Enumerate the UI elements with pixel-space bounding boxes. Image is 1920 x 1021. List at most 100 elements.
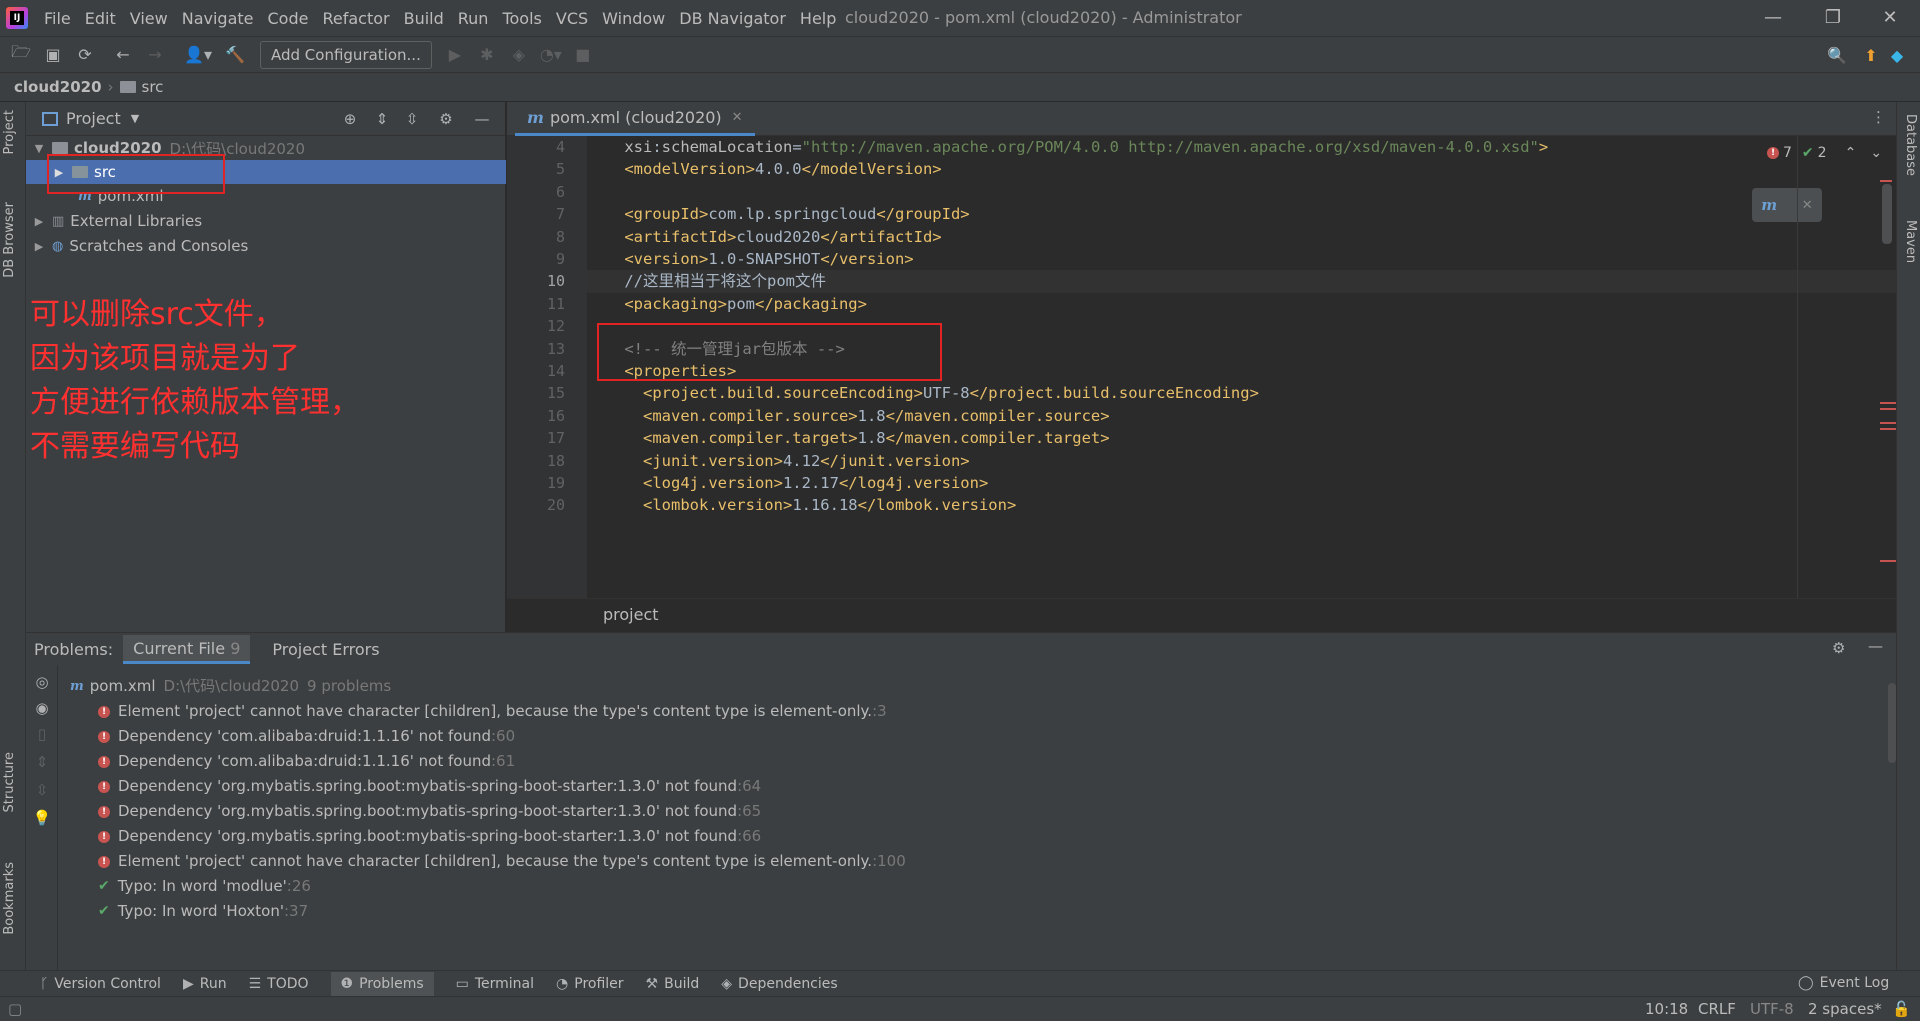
menu-run[interactable]: Run: [458, 9, 489, 28]
hide-panel-icon[interactable]: —: [472, 109, 492, 129]
tab-current-file[interactable]: Current File 9: [123, 634, 251, 664]
maven-reload-popup[interactable]: m ✕: [1752, 188, 1822, 222]
code-line[interactable]: <junit.version>4.12</junit.version>: [587, 450, 1896, 472]
menu-view[interactable]: View: [130, 9, 168, 28]
code-line[interactable]: <version>1.0-SNAPSHOT</version>: [587, 248, 1896, 270]
problem-item[interactable]: ! Dependency 'org.mybatis.spring.boot:myb…: [98, 774, 761, 799]
menu-window[interactable]: Window: [602, 9, 665, 28]
problem-item[interactable]: ! Element 'project' cannot have character…: [98, 849, 906, 874]
menu-vcs[interactable]: VCS: [556, 9, 588, 28]
gear-icon[interactable]: ⚙: [436, 109, 456, 129]
event-log-button[interactable]: ◯ Event Log: [1798, 975, 1889, 991]
lock-icon[interactable]: 🔓: [1892, 1000, 1911, 1018]
code-line[interactable]: <maven.compiler.target>1.8</maven.compil…: [587, 427, 1896, 449]
chevron-down-icon[interactable]: ▼: [32, 142, 46, 155]
plugin-icon[interactable]: ◆: [1886, 44, 1908, 66]
tool-tab-structure[interactable]: Structure: [2, 752, 17, 812]
code-line[interactable]: <artifactId>cloud2020</artifactId>: [587, 226, 1896, 248]
problem-item[interactable]: ! Dependency 'com.alibaba:druid:1.1.16' n…: [98, 724, 515, 749]
code-line[interactable]: <lombok.version>1.16.18</lombok.version>: [587, 494, 1896, 516]
menu-file[interactable]: File: [44, 9, 71, 28]
breadcrumb-folder[interactable]: src: [142, 78, 164, 96]
minimize-icon[interactable]: —: [1753, 4, 1793, 32]
code-line[interactable]: xsi:schemaLocation="http://maven.apache.…: [587, 136, 1896, 158]
stop-icon[interactable]: ■: [572, 44, 594, 66]
code-line[interactable]: <modelVersion>4.0.0</modelVersion>: [587, 158, 1896, 180]
tool-terminal[interactable]: ▭ Terminal: [456, 976, 534, 992]
tool-profiler[interactable]: ◔ Profiler: [556, 976, 624, 992]
preview-icon[interactable]: ▯: [32, 725, 52, 745]
editor-scrollbar[interactable]: [1882, 184, 1892, 244]
close-icon[interactable]: ✕: [1870, 4, 1910, 32]
menu-edit[interactable]: Edit: [85, 9, 116, 28]
menu-navigate[interactable]: Navigate: [182, 9, 254, 28]
tab-project-errors[interactable]: Project Errors: [268, 634, 383, 665]
problem-item[interactable]: ! Dependency 'org.mybatis.spring.boot:myb…: [98, 799, 761, 824]
menu-help[interactable]: Help: [800, 9, 836, 28]
code-line[interactable]: <packaging>pom</packaging>: [587, 293, 1896, 315]
panel-toggle-icon[interactable]: ▢: [8, 1000, 22, 1018]
code-line[interactable]: <maven.compiler.source>1.8</maven.compil…: [587, 405, 1896, 427]
chevron-down-icon[interactable]: ⌄: [1870, 145, 1882, 161]
locate-icon[interactable]: ⊕: [340, 109, 360, 129]
caret-position[interactable]: 10:18: [1645, 1000, 1688, 1018]
error-stripe-mark[interactable]: [1880, 408, 1896, 410]
code-line[interactable]: <log4j.version>1.2.17</log4j.version>: [587, 472, 1896, 494]
error-stripe-mark[interactable]: [1880, 422, 1896, 424]
problem-item[interactable]: ! Dependency 'org.mybatis.spring.boot:myb…: [98, 824, 761, 849]
tool-tab-database[interactable]: Database: [1903, 114, 1918, 176]
chevron-right-icon[interactable]: ▶: [32, 240, 46, 253]
project-panel-title[interactable]: Project: [66, 109, 121, 128]
vcs-user-icon[interactable]: 👤▾: [182, 44, 214, 66]
run-icon[interactable]: ▶: [444, 44, 466, 66]
code-line[interactable]: <groupId>com.lp.springcloud</groupId>: [587, 203, 1896, 225]
error-stripe-mark[interactable]: [1880, 402, 1896, 404]
code-line[interactable]: //这里相当于将这个pom文件: [587, 270, 1896, 293]
build-hammer-icon[interactable]: 🔨: [224, 44, 246, 66]
error-stripe-mark[interactable]: [1880, 560, 1896, 562]
search-icon[interactable]: 🔍: [1826, 44, 1848, 66]
problem-item[interactable]: ✔ Typo: In word 'Hoxton':37: [98, 899, 308, 924]
line-separator[interactable]: CRLF: [1698, 1000, 1736, 1018]
forward-icon[interactable]: →: [144, 44, 166, 66]
back-icon[interactable]: ←: [112, 44, 134, 66]
save-icon[interactable]: ▣: [42, 44, 64, 66]
more-options-icon[interactable]: ⋮: [1871, 108, 1886, 126]
expand-all-icon[interactable]: ⇕: [32, 753, 52, 773]
tool-tab-project[interactable]: Project: [2, 110, 17, 154]
collapse-all-icon[interactable]: ⇳: [402, 109, 422, 129]
open-folder-icon[interactable]: 🗁: [10, 42, 32, 66]
problems-file-row[interactable]: m pom.xml D:\代码\cloud2020 9 problems: [70, 674, 391, 699]
eye-icon[interactable]: ◉: [32, 699, 52, 719]
editor-tab-pom[interactable]: m pom.xml (cloud2020) ✕: [515, 102, 755, 136]
profile-icon[interactable]: ◔▾: [540, 44, 562, 66]
expand-all-icon[interactable]: ⇕: [372, 109, 392, 129]
menu-tools[interactable]: Tools: [502, 9, 541, 28]
tool-tab-maven[interactable]: Maven: [1903, 220, 1918, 263]
problem-item[interactable]: ! Element 'project' cannot have character…: [98, 699, 887, 724]
restore-icon[interactable]: ❐: [1813, 4, 1853, 32]
close-icon[interactable]: ✕: [1802, 198, 1813, 213]
chevron-down-icon[interactable]: ▼: [131, 112, 139, 125]
bulb-icon[interactable]: 💡: [32, 809, 52, 829]
update-icon[interactable]: ⬆: [1860, 44, 1882, 66]
auto-scroll-icon[interactable]: ◎: [32, 673, 52, 693]
problem-item[interactable]: ✔ Typo: In word 'modlue':26: [98, 874, 311, 899]
editor-breadcrumb[interactable]: project: [507, 598, 1896, 632]
inspection-widget[interactable]: ! 7 ✔ 2 ⌃ ⌄: [1767, 145, 1882, 161]
sync-icon[interactable]: ⟳: [74, 44, 96, 66]
tool-run[interactable]: ▶ Run: [183, 976, 227, 992]
indent-setting[interactable]: 2 spaces*: [1808, 1000, 1882, 1018]
gear-icon[interactable]: ⚙: [1832, 639, 1845, 657]
debug-icon[interactable]: ✱: [476, 44, 498, 66]
menu-db-navigator[interactable]: DB Navigator: [679, 9, 786, 28]
tree-item-scratches[interactable]: ▶ ◍ Scratches and Consoles: [26, 234, 506, 258]
close-tab-icon[interactable]: ✕: [732, 110, 743, 125]
maven-reload-icon[interactable]: m: [1761, 196, 1777, 214]
menu-build[interactable]: Build: [404, 9, 444, 28]
hide-panel-icon[interactable]: —: [1868, 637, 1883, 655]
tool-tab-db-browser[interactable]: DB Browser: [2, 202, 17, 278]
menu-code[interactable]: Code: [268, 9, 309, 28]
code-line[interactable]: [587, 181, 1896, 203]
tool-version-control[interactable]: ᚴ Version Control: [40, 976, 161, 992]
